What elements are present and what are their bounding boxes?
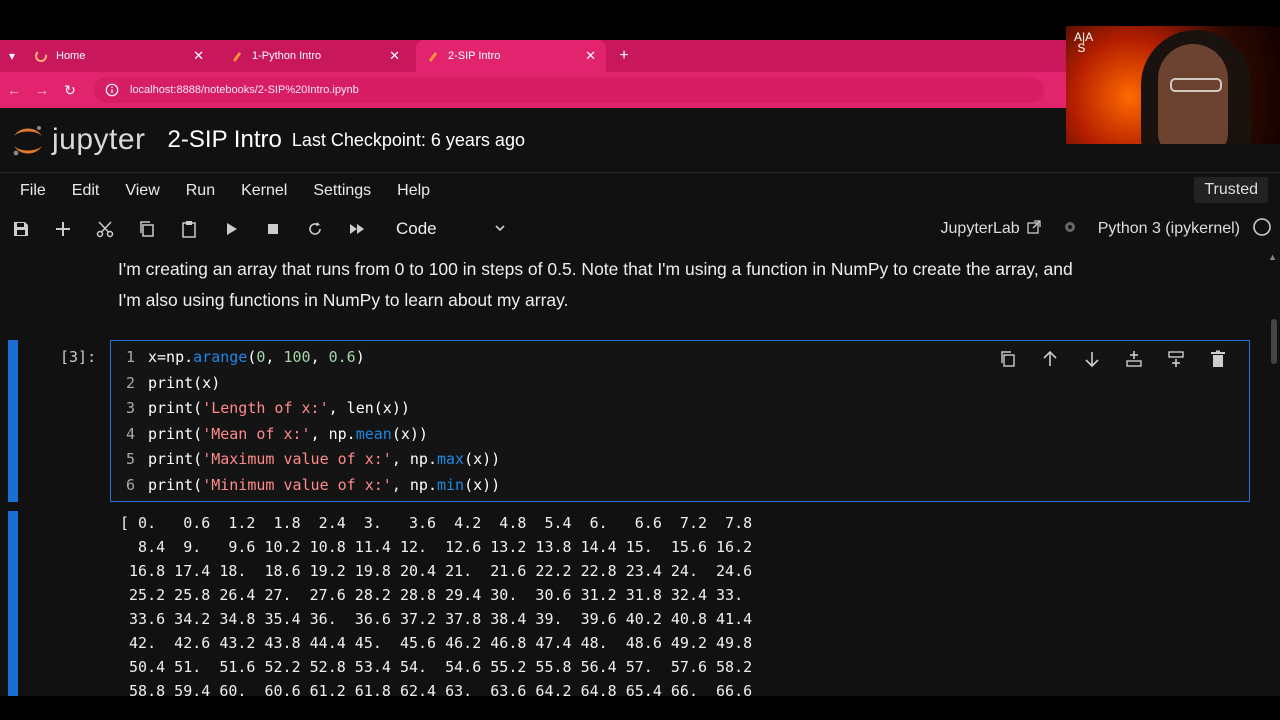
output-line: 42. 42.6 43.2 43.8 44.4 45. 45.6 46.2 46… (120, 634, 753, 652)
tab-sip-intro[interactable]: 2-SIP Intro ✕ (416, 40, 606, 72)
reload-icon[interactable]: ↻ (56, 76, 84, 104)
cut-icon[interactable] (84, 209, 126, 249)
menu-bar: File Edit View Run Kernel Settings Help … (0, 172, 1280, 210)
markdown-line: I'm also using functions in NumPy to lea… (118, 290, 569, 310)
site-info-icon[interactable] (104, 82, 120, 98)
chevron-down-icon (494, 219, 506, 239)
tab-python-intro[interactable]: 1-Python Intro ✕ (220, 40, 410, 72)
webcam-person-face (1158, 44, 1228, 144)
kernel-status-area: JupyterLab Python 3 (ipykernel) (941, 209, 1272, 249)
cell-type-select[interactable]: Code (396, 219, 506, 239)
output-cell-indicator[interactable] (8, 511, 18, 696)
webcam-watermark: A|A S (1074, 30, 1094, 55)
output-line: 50.4 51. 51.6 52.2 52.8 53.4 54. 54.6 55… (120, 658, 753, 676)
copy-icon[interactable] (126, 209, 168, 249)
output-line: 33.6 34.2 34.8 35.4 36. 36.6 37.2 37.8 3… (120, 610, 753, 628)
markdown-cell[interactable]: I'm creating an array that runs from 0 t… (118, 254, 1218, 316)
menu-view[interactable]: View (119, 182, 165, 200)
restart-icon[interactable] (294, 209, 336, 249)
trusted-badge[interactable]: Trusted (1194, 177, 1268, 203)
cell-toolbar (987, 347, 1239, 371)
line-number: 6 (125, 476, 135, 494)
close-icon[interactable]: ✕ (193, 48, 204, 64)
code-line: 5 print('Maximum value of x:', np.max(x)… (111, 447, 1249, 472)
cell-output: [ 0. 0.6 1.2 1.8 2.4 3. 3.6 4.2 4.8 5.4 … (110, 511, 1250, 696)
tab-label: 2-SIP Intro (448, 50, 501, 62)
code-line: 6 print('Minimum value of x:', np.min(x)… (111, 473, 1249, 498)
webcam-overlay: A|A S (1066, 26, 1280, 144)
jupyter-orbit-icon (13, 126, 42, 156)
tab-search-chevron-icon[interactable]: ▾ (0, 40, 24, 72)
duplicate-cell-icon[interactable] (987, 347, 1029, 371)
close-icon[interactable]: ✕ (389, 48, 400, 64)
code-line: 4 print('Mean of x:', np.mean(x)) (111, 422, 1249, 447)
url-text: localhost:8888/notebooks/2-SIP%20Intro.i… (130, 84, 359, 96)
tab-label: Home (56, 50, 86, 62)
output-line: [ 0. 0.6 1.2 1.8 2.4 3. 3.6 4.2 4.8 5.4 … (120, 514, 753, 532)
menu-file[interactable]: File (14, 182, 52, 200)
menu-settings[interactable]: Settings (307, 182, 377, 200)
run-icon[interactable] (210, 209, 252, 249)
output-line: 8.4 9. 9.6 10.2 10.8 11.4 12. 12.6 13.2 … (120, 538, 753, 556)
paste-icon[interactable] (168, 209, 210, 249)
forward-arrow-icon[interactable]: → (28, 76, 56, 104)
notebook-title[interactable]: 2-SIP Intro (168, 126, 282, 154)
line-number: 2 (125, 374, 135, 392)
bottom-black-strip (0, 696, 1280, 720)
menu-kernel[interactable]: Kernel (235, 182, 293, 200)
execution-prompt: [3]: (60, 348, 97, 366)
markdown-line: I'm creating an array that runs from 0 t… (118, 259, 1073, 279)
loading-spinner-icon (34, 49, 48, 63)
delete-cell-icon[interactable] (1197, 347, 1239, 371)
external-link-icon[interactable] (1026, 219, 1042, 240)
webcam-person-glasses (1170, 78, 1222, 92)
stop-icon[interactable] (252, 209, 294, 249)
line-number: 5 (125, 450, 135, 468)
notebook-toolbar: Code JupyterLab Python 3 (ipykernel) (0, 209, 1280, 249)
scroll-up-arrow-icon[interactable]: ▲ (1268, 252, 1277, 262)
move-up-arrow-icon[interactable] (1029, 347, 1071, 371)
code-editor[interactable]: 1 x=np.arange(0, 100, 0.6) 2 print(x) 3 … (110, 340, 1250, 502)
add-cell-icon[interactable] (42, 209, 84, 249)
line-number: 1 (125, 348, 135, 366)
notebook-content: I'm creating an array that runs from 0 t… (0, 249, 1280, 696)
output-line: 25.2 25.8 26.4 27. 27.6 28.2 28.8 29.4 3… (120, 586, 744, 604)
vertical-scrollbar[interactable] (1271, 319, 1277, 364)
gear-icon[interactable] (1062, 219, 1078, 240)
jupyter-wordmark: jupyter (52, 123, 146, 156)
kernel-name[interactable]: Python 3 (ipykernel) (1098, 220, 1240, 238)
jupyter-logo[interactable]: jupyter (10, 122, 146, 158)
line-number: 3 (125, 399, 135, 417)
tab-home[interactable]: Home ✕ (24, 40, 214, 72)
insert-above-icon[interactable] (1113, 347, 1155, 371)
save-icon[interactable] (0, 209, 42, 249)
move-down-arrow-icon[interactable] (1071, 347, 1113, 371)
close-icon[interactable]: ✕ (585, 48, 596, 64)
menu-help[interactable]: Help (391, 182, 436, 200)
fast-forward-icon[interactable] (336, 209, 378, 249)
menu-run[interactable]: Run (180, 182, 221, 200)
line-number: 4 (125, 425, 135, 443)
notebook-favicon-icon (230, 49, 244, 63)
menu-edit[interactable]: Edit (66, 182, 106, 200)
code-line: 2 print(x) (111, 371, 1249, 396)
jupyterlab-link[interactable]: JupyterLab (941, 220, 1020, 238)
checkpoint-status: Last Checkpoint: 6 years ago (291, 129, 525, 150)
insert-below-icon[interactable] (1155, 347, 1197, 371)
url-field[interactable]: localhost:8888/notebooks/2-SIP%20Intro.i… (94, 77, 1044, 103)
code-line: 3 print('Length of x:', len(x)) (111, 396, 1249, 421)
tab-label: 1-Python Intro (252, 50, 322, 62)
cell-type-value: Code (396, 219, 437, 238)
back-arrow-icon[interactable]: ← (0, 76, 28, 104)
active-cell-indicator[interactable] (8, 340, 18, 502)
kernel-idle-indicator-icon (1252, 217, 1272, 242)
output-line: 16.8 17.4 18. 18.6 19.2 19.8 20.4 21. 21… (120, 562, 753, 580)
notebook-favicon-icon (426, 49, 440, 63)
output-line: 58.8 59.4 60. 60.6 61.2 61.8 62.4 63. 63… (120, 682, 753, 696)
new-tab-plus-icon[interactable]: + (612, 40, 636, 72)
